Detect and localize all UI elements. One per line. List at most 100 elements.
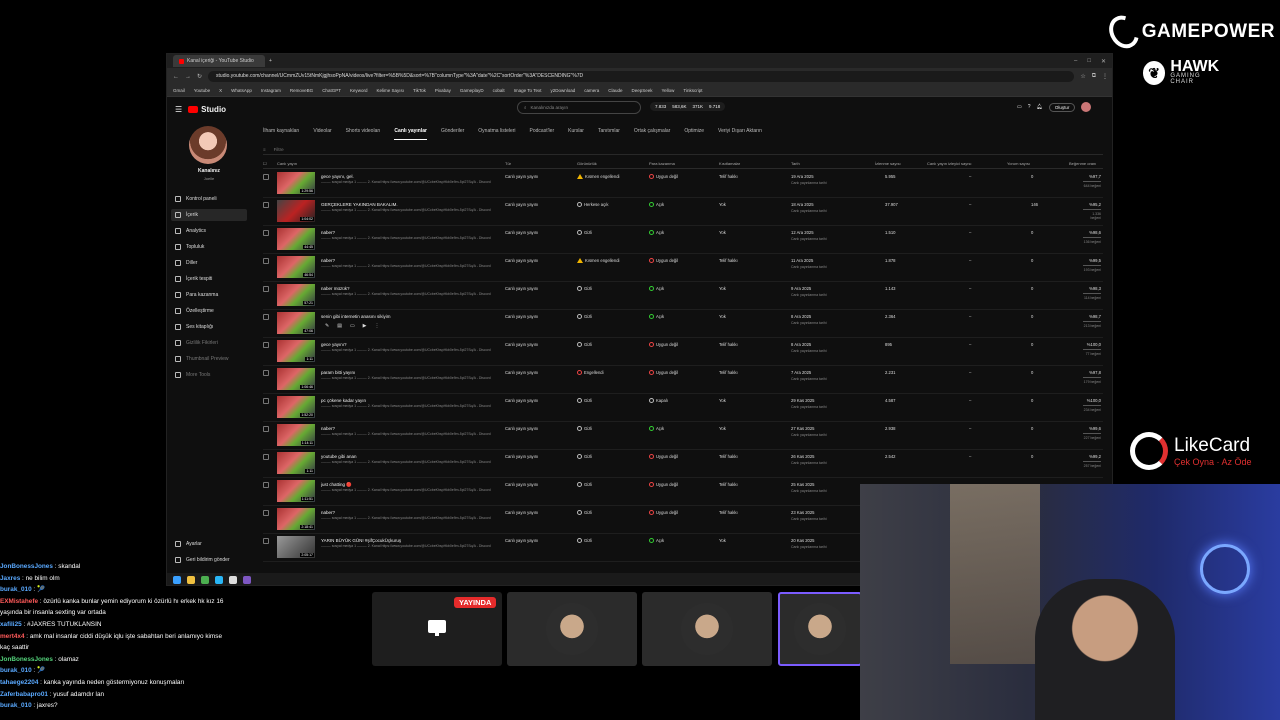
new-tab-icon[interactable]: + [269, 58, 272, 64]
row-checkbox[interactable] [263, 538, 269, 544]
tab-1[interactable]: Videolar [313, 128, 331, 140]
tab-0[interactable]: İlham kaynakları [263, 128, 299, 140]
col-live[interactable]: Canlı yayın [277, 161, 297, 166]
tab-7[interactable]: Kurslar [568, 128, 584, 140]
bookmark-item[interactable]: cobalt [493, 88, 505, 93]
tab-4[interactable]: Gönderiler [441, 128, 464, 140]
sidebar-item-8[interactable]: Ses kitaplığı [171, 321, 247, 333]
sidebar-item-7[interactable]: Özelleştirme [171, 305, 247, 317]
video-title[interactable]: GERÇEKLERE YAKINDAN BAKALIM. [321, 202, 501, 207]
video-thumbnail[interactable]: 1:11 [277, 340, 315, 362]
row-checkbox[interactable] [263, 454, 269, 460]
table-row[interactable]: 1:11 gece yayını? ––––– sosyal medya 1 –––… [263, 338, 1103, 366]
participant-tile[interactable] [507, 592, 637, 666]
maximize-icon[interactable]: □ [1087, 58, 1091, 65]
video-title[interactable]: senin gibi internetin anasını sikiyim [321, 314, 501, 319]
bookmark-item[interactable]: Tinkscript [683, 88, 702, 93]
bookmark-item[interactable]: Kelime Sayısı [376, 88, 404, 93]
row-checkbox[interactable] [263, 398, 269, 404]
sidebar-item-9[interactable]: Gizlilik Fikirleri [171, 337, 247, 349]
row-checkbox[interactable] [263, 510, 269, 516]
monetization-cell[interactable]: Uygun değil [649, 174, 678, 180]
hamburger-menu-icon[interactable]: ☰ [175, 105, 182, 114]
visibility-cell[interactable]: Gizli [577, 342, 592, 348]
video-thumbnail[interactable]: 1:52:20 [277, 396, 315, 418]
visibility-cell[interactable]: Engellendi [577, 370, 604, 376]
visibility-cell[interactable]: Kısmen engellendi [577, 174, 619, 180]
video-thumbnail[interactable]: 44:45 [277, 228, 315, 250]
visibility-cell[interactable]: Gizli [577, 286, 592, 292]
search-input[interactable]: ⌕ Kanalınızda arayın [517, 101, 641, 114]
row-checkbox[interactable] [263, 174, 269, 180]
row-checkbox[interactable] [263, 426, 269, 432]
monetization-cell[interactable]: Uygun değil [649, 510, 678, 516]
filter-icon[interactable]: ≡ [263, 147, 266, 152]
sidebar-item-6[interactable]: Para kazanma [171, 289, 247, 301]
col-type[interactable]: Tür [505, 161, 511, 166]
video-title[interactable]: naber? [321, 426, 501, 431]
col-comments[interactable]: Yorum sayısı [1007, 161, 1030, 166]
row-checkbox[interactable] [263, 286, 269, 292]
visibility-cell[interactable]: Gizli [577, 454, 592, 460]
chat-username[interactable]: burak_010 [0, 586, 32, 593]
filter-row[interactable]: ≡ Filtre [263, 145, 1103, 155]
chat-username[interactable]: Jaxres [0, 575, 20, 582]
row-checkbox[interactable] [263, 202, 269, 208]
edit-icon[interactable]: ✎ [325, 323, 329, 329]
row-checkbox[interactable] [263, 230, 269, 236]
sidebar-item-10[interactable]: Thumbnail Preview [171, 353, 247, 365]
monetization-cell[interactable]: Uygun değil [649, 258, 678, 264]
table-row[interactable]: 1:11 youtube gibi anan ––––– sosyal medya … [263, 450, 1103, 478]
analytics-icon[interactable]: ▤ [337, 323, 342, 329]
monetization-cell[interactable]: Uygun değil [649, 342, 678, 348]
select-all-checkbox[interactable]: ☐ [263, 161, 267, 166]
bookmark-item[interactable]: Instagram [261, 88, 281, 93]
tab-9[interactable]: Ortak çalışmalar [634, 128, 670, 140]
bookmark-item[interactable]: y2Download [550, 88, 575, 93]
visibility-cell[interactable]: Gizli [577, 314, 592, 320]
tab-8[interactable]: Tanıtımlar [598, 128, 620, 140]
bookmark-item[interactable]: GameplayD [460, 88, 484, 93]
chat-username[interactable]: Zaferbabapro01 [0, 691, 48, 698]
bookmark-item[interactable]: TikTok [413, 88, 426, 93]
bookmark-item[interactable]: Claude [608, 88, 622, 93]
video-thumbnail[interactable]: 1:11 [277, 452, 315, 474]
tab-6[interactable]: Podcast'ler [530, 128, 555, 140]
visibility-cell[interactable]: Gizli [577, 482, 592, 488]
row-checkbox[interactable] [263, 482, 269, 488]
extensions-icon[interactable]: ⧉ [1092, 73, 1096, 80]
table-row[interactable]: 46:54 naber? ––––– sosyal medya 1 ––––– 2.… [263, 254, 1103, 282]
comments-icon[interactable]: ▭ [350, 323, 355, 329]
col-date[interactable]: Tarih [791, 161, 800, 166]
chat-username[interactable]: burak_010 [0, 702, 32, 709]
sidebar-item-11[interactable]: More Tools [171, 369, 247, 381]
chat-username[interactable]: EXMistahefe [0, 598, 38, 605]
table-row[interactable]: 1:52:20 pc çökene kadar yayın ––––– sosyal… [263, 394, 1103, 422]
col-monetization[interactable]: Para kazanma [649, 161, 675, 166]
video-title[interactable]: naber? [321, 258, 501, 263]
col-views[interactable]: İzlenme sayısı [875, 161, 901, 166]
video-title[interactable]: youtube gibi anan [321, 454, 501, 459]
chat-username[interactable]: mert4x4 [0, 633, 25, 640]
bookmark-item[interactable]: DeepSeek [632, 88, 653, 93]
minimize-icon[interactable]: – [1074, 58, 1077, 65]
col-visibility[interactable]: Görünürlük [577, 161, 597, 166]
video-title[interactable]: naber müzük? [321, 286, 501, 291]
visibility-cell[interactable]: Gizli [577, 230, 592, 236]
studio-logo[interactable]: Studio [188, 105, 226, 114]
visibility-cell[interactable]: Kısmen engellendi [577, 258, 619, 264]
table-row[interactable]: 44:45 naber? ––––– sosyal medya 1 ––––– 2.… [263, 226, 1103, 254]
video-title[interactable]: naber? [321, 510, 501, 515]
bookmark-item[interactable]: Youtube [194, 88, 210, 93]
sidebar-item-5[interactable]: İçerik tespiti [171, 273, 247, 285]
forward-icon[interactable]: → [185, 74, 191, 80]
video-title[interactable]: param bitti yayını [321, 370, 501, 375]
bookmark-star-icon[interactable]: ☆ [1080, 73, 1085, 80]
monetization-cell[interactable]: Açık [649, 538, 664, 544]
monetization-cell[interactable]: Açık [649, 426, 664, 432]
tab-10[interactable]: Optimize [684, 128, 704, 140]
video-thumbnail[interactable]: 2:05:17 [277, 536, 315, 558]
video-thumbnail[interactable]: 47:06 [277, 312, 315, 334]
video-thumbnail[interactable]: 2:18:41 [277, 508, 315, 530]
url-field[interactable]: studio.youtube.com/channel/UCmmZUv15tNmK… [208, 71, 1075, 82]
